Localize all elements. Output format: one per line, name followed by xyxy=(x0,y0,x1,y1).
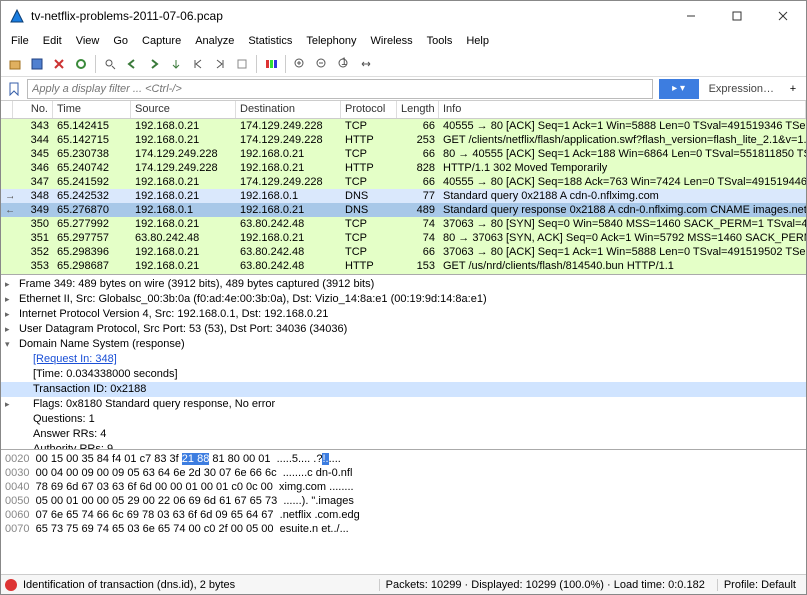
packet-row[interactable]: 35265.298396192.168.0.2163.80.242.48TCP6… xyxy=(1,245,806,259)
tb-open-icon[interactable] xyxy=(5,54,25,74)
close-button[interactable] xyxy=(760,1,806,31)
tb-zoom100-icon[interactable]: 1 xyxy=(334,54,354,74)
hex-line[interactable]: 0020 00 15 00 35 84 f4 01 c7 83 3f 21 88… xyxy=(5,452,802,466)
packet-row[interactable]: →34865.242532192.168.0.21192.168.0.1DNS7… xyxy=(1,189,806,203)
detail-line[interactable]: User Datagram Protocol, Src Port: 53 (53… xyxy=(1,322,806,337)
col-protocol[interactable]: Protocol xyxy=(341,101,397,118)
tb-reload-icon[interactable] xyxy=(71,54,91,74)
tb-zoomin-icon[interactable] xyxy=(290,54,310,74)
tb-save-icon[interactable] xyxy=(27,54,47,74)
detail-line[interactable]: [Request In: 348] xyxy=(1,352,806,367)
detail-line[interactable]: Transaction ID: 0x2188 xyxy=(1,382,806,397)
tb-last-icon[interactable] xyxy=(210,54,230,74)
tb-jump-icon[interactable] xyxy=(166,54,186,74)
detail-line[interactable]: Flags: 0x8180 Standard query response, N… xyxy=(1,397,806,412)
menu-file[interactable]: File xyxy=(5,33,35,49)
col-time[interactable]: Time xyxy=(53,101,131,118)
packet-list-pane: No. Time Source Destination Protocol Len… xyxy=(1,101,806,275)
tb-find-icon[interactable] xyxy=(100,54,120,74)
detail-line[interactable]: Answer RRs: 4 xyxy=(1,427,806,442)
hex-line[interactable]: 0040 78 69 6d 67 03 63 6f 6d 00 00 01 00… xyxy=(5,480,802,494)
detail-line[interactable]: Frame 349: 489 bytes on wire (3912 bits)… xyxy=(1,277,806,292)
tb-autoscroll-icon[interactable] xyxy=(232,54,252,74)
detail-line[interactable]: Authority RRs: 9 xyxy=(1,442,806,450)
hex-line[interactable]: 0030 00 04 00 09 00 09 05 63 64 6e 2d 30… xyxy=(5,466,802,480)
menu-statistics[interactable]: Statistics xyxy=(242,33,298,49)
menu-help[interactable]: Help xyxy=(460,33,495,49)
menubar: FileEditViewGoCaptureAnalyzeStatisticsTe… xyxy=(1,31,806,51)
menu-wireless[interactable]: Wireless xyxy=(365,33,419,49)
tb-close-icon[interactable] xyxy=(49,54,69,74)
display-filter-input[interactable] xyxy=(27,79,653,99)
menu-analyze[interactable]: Analyze xyxy=(189,33,240,49)
col-no[interactable]: No. xyxy=(13,101,53,118)
apply-filter-button[interactable]: ▸ ▾ xyxy=(659,79,699,99)
hex-line[interactable]: 0050 05 00 01 00 00 05 29 00 22 06 69 6d… xyxy=(5,494,802,508)
menu-telephony[interactable]: Telephony xyxy=(300,33,362,49)
tb-colorize-icon[interactable] xyxy=(261,54,281,74)
window-title: tv-netflix-problems-2011-07-06.pcap xyxy=(31,9,668,23)
packet-row[interactable]: 35065.277992192.168.0.2163.80.242.48TCP7… xyxy=(1,217,806,231)
tb-first-icon[interactable] xyxy=(188,54,208,74)
col-source[interactable]: Source xyxy=(131,101,236,118)
packet-row[interactable]: 34765.241592192.168.0.21174.129.249.228T… xyxy=(1,175,806,189)
minimize-button[interactable] xyxy=(668,1,714,31)
packet-row[interactable]: 34365.142415192.168.0.21174.129.249.228T… xyxy=(1,119,806,133)
status-profile[interactable]: Profile: Default xyxy=(717,579,802,591)
packet-row[interactable]: 35165.29775763.80.242.48192.168.0.21TCP7… xyxy=(1,231,806,245)
col-length[interactable]: Length xyxy=(397,101,439,118)
detail-line[interactable]: Questions: 1 xyxy=(1,412,806,427)
hex-line[interactable]: 0070 65 73 75 69 74 65 03 6e 65 74 00 c0… xyxy=(5,522,802,536)
menu-view[interactable]: View xyxy=(70,33,106,49)
hex-line[interactable]: 0060 07 6e 65 74 66 6c 69 78 03 63 6f 6d… xyxy=(5,508,802,522)
filter-toolbar: ▸ ▾ Expression… + xyxy=(1,77,806,101)
menu-capture[interactable]: Capture xyxy=(136,33,187,49)
titlebar: tv-netflix-problems-2011-07-06.pcap xyxy=(1,1,806,31)
packet-row[interactable]: 34465.142715192.168.0.21174.129.249.228H… xyxy=(1,133,806,147)
menu-go[interactable]: Go xyxy=(107,33,134,49)
tb-back-icon[interactable] xyxy=(122,54,142,74)
packet-row[interactable]: 35365.298687192.168.0.2163.80.242.48HTTP… xyxy=(1,259,806,273)
packet-details-pane[interactable]: Frame 349: 489 bytes on wire (3912 bits)… xyxy=(1,275,806,450)
packet-row[interactable]: ←34965.276870192.168.0.1192.168.0.21DNS4… xyxy=(1,203,806,217)
packet-bytes-pane[interactable]: 0020 00 15 00 35 84 f4 01 c7 83 3f 21 88… xyxy=(1,450,806,574)
expert-info-icon[interactable] xyxy=(5,579,17,591)
packet-row[interactable]: 35465.31873063.80.242.48192.168.0.21TCP6… xyxy=(1,273,806,274)
packet-row[interactable]: 34665.240742174.129.249.228192.168.0.21H… xyxy=(1,161,806,175)
tb-zoomout-icon[interactable] xyxy=(312,54,332,74)
detail-line[interactable]: Internet Protocol Version 4, Src: 192.16… xyxy=(1,307,806,322)
expression-button[interactable]: Expression… xyxy=(703,83,780,95)
app-icon xyxy=(9,8,25,24)
maximize-button[interactable] xyxy=(714,1,760,31)
col-destination[interactable]: Destination xyxy=(236,101,341,118)
statusbar: Identification of transaction (dns.id), … xyxy=(1,574,806,594)
toolbar: 1 xyxy=(1,51,806,77)
tb-forward-icon[interactable] xyxy=(144,54,164,74)
packet-list-header: No. Time Source Destination Protocol Len… xyxy=(1,101,806,119)
detail-line[interactable]: [Time: 0.034338000 seconds] xyxy=(1,367,806,382)
detail-line[interactable]: Ethernet II, Src: Globalsc_00:3b:0a (f0:… xyxy=(1,292,806,307)
packet-row[interactable]: 34565.230738174.129.249.228192.168.0.21T… xyxy=(1,147,806,161)
status-packets: Packets: 10299 · Displayed: 10299 (100.0… xyxy=(379,579,711,591)
add-filter-button[interactable]: + xyxy=(784,83,802,95)
status-field: Identification of transaction (dns.id), … xyxy=(23,579,235,591)
tb-resize-icon[interactable] xyxy=(356,54,376,74)
menu-edit[interactable]: Edit xyxy=(37,33,68,49)
svg-text:1: 1 xyxy=(341,57,347,68)
col-info[interactable]: Info xyxy=(439,101,806,118)
detail-line[interactable]: Domain Name System (response) xyxy=(1,337,806,352)
menu-tools[interactable]: Tools xyxy=(421,33,459,49)
bookmark-icon[interactable] xyxy=(5,80,23,98)
